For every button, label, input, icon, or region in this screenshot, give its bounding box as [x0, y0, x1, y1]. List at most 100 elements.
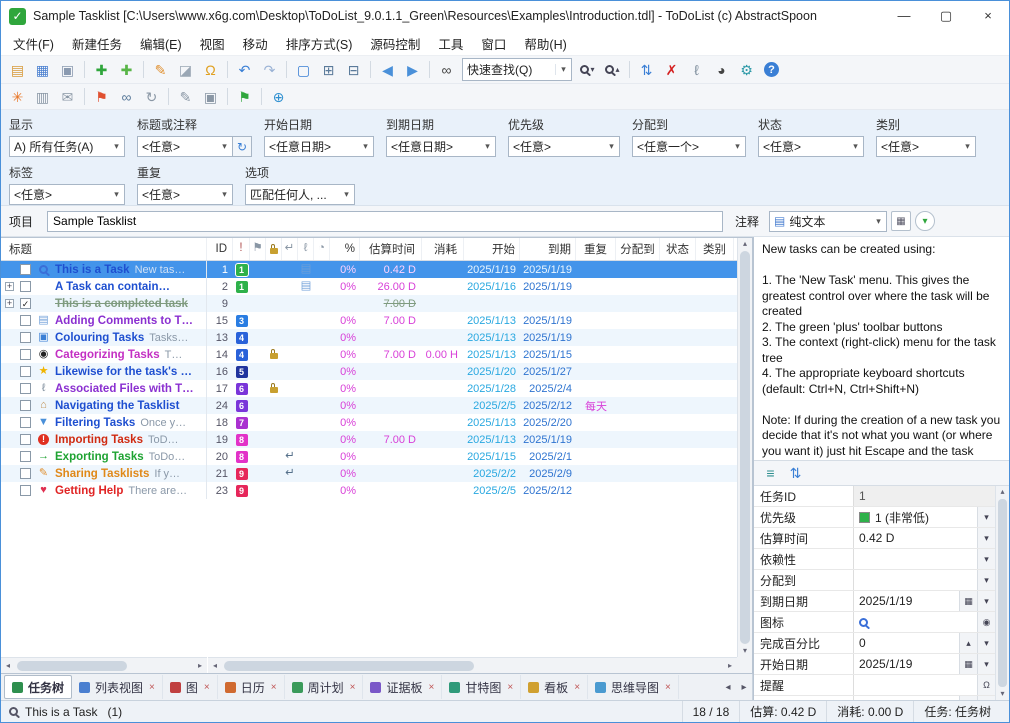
view-tab-task-tree[interactable]: 任务树 — [4, 675, 72, 699]
task-checkbox[interactable] — [20, 400, 31, 411]
expand-toggle[interactable]: + — [5, 282, 14, 291]
vertical-scroll-thumb[interactable] — [998, 499, 1007, 687]
assigned-dropdown-button[interactable]: ▾ — [977, 570, 995, 590]
task-row[interactable]: ✎Sharing TasklistsIf y…219↵0%2025/2/2202… — [1, 465, 737, 482]
filelink-browse-button[interactable]: ▾ — [977, 696, 995, 700]
task-row[interactable]: →Exporting TasksToDo…208↵0%2025/1/152025… — [1, 448, 737, 465]
view-tab-gantt-chart[interactable]: 甘特图× — [442, 675, 521, 699]
horizontal-scroll-thumb[interactable] — [224, 661, 474, 671]
filelink-view-button[interactable]: ▸ — [959, 696, 977, 700]
menu-item[interactable]: 排序方式(S) — [277, 31, 362, 56]
quick-find-combo[interactable]: ▾ — [462, 58, 572, 81]
due-date-calendar-button[interactable]: ▦ — [959, 591, 977, 611]
undo-button[interactable]: ↶ — [233, 59, 256, 80]
minimize-button[interactable]: — — [883, 1, 925, 31]
collapse-tasks-button[interactable]: ⊟ — [342, 59, 365, 80]
scroll-up-icon[interactable]: ▴ — [738, 238, 752, 250]
set-reminder-button[interactable]: Ω — [199, 59, 222, 80]
priority-dropdown-button[interactable]: ▾ — [977, 507, 995, 527]
task-checkbox[interactable] — [20, 349, 31, 360]
copy-tasklist-button[interactable]: ▣ — [56, 59, 79, 80]
close-tab-icon[interactable]: × — [271, 682, 277, 693]
task-row[interactable]: ℓAssociated Files with T…1760%2025/1/282… — [1, 380, 737, 397]
analyse-recurrence-button[interactable]: ↻ — [140, 86, 163, 107]
spellcheck-button[interactable]: ✎ — [174, 86, 197, 107]
reminder-bell-button[interactable]: Ω — [977, 675, 995, 695]
comments-format-combo[interactable]: ▤ 纯文本 ▾ — [769, 211, 887, 232]
filter-combo[interactable]: <任意>▾ — [137, 184, 233, 205]
close-tab-icon[interactable]: × — [665, 682, 671, 693]
comments-layout-button[interactable]: ▦ — [891, 211, 911, 231]
menu-item[interactable]: 帮助(H) — [515, 31, 575, 56]
column-header-id[interactable]: ID — [207, 238, 233, 260]
task-row[interactable]: !Importing TasksToD…1980%7.00 D2025/1/13… — [1, 431, 737, 448]
task-row[interactable]: ♥Getting HelpThere are…2390%2025/2/52025… — [1, 482, 737, 499]
attribute-value[interactable] — [854, 549, 977, 569]
filter-combo[interactable]: <任意>▾ — [508, 136, 620, 157]
close-tab-icon[interactable]: × — [204, 682, 210, 693]
print-button[interactable]: ▥ — [31, 86, 54, 107]
toggle-flag-button[interactable]: ⚑ — [90, 86, 113, 107]
filter-options-button[interactable]: ↻ — [233, 136, 252, 157]
view-tab-kanban[interactable]: 看板× — [521, 675, 588, 699]
comments-text[interactable]: New tasks can be created using: 1. The '… — [754, 237, 1009, 461]
group-attributes-button[interactable]: ≡ — [759, 463, 782, 484]
close-button[interactable]: × — [967, 1, 1009, 31]
sort-tasks-button[interactable]: ⇅ — [635, 59, 658, 80]
new-subtask-button[interactable]: ✚ — [115, 59, 138, 80]
menu-item[interactable]: 视图 — [191, 31, 234, 56]
task-checkbox[interactable] — [20, 434, 31, 445]
menu-item[interactable]: 工具 — [429, 31, 472, 56]
attribute-value[interactable]: 2025/1/19 — [854, 654, 959, 674]
chevron-down-icon[interactable]: ▾ — [555, 64, 571, 75]
send-as-email-button[interactable]: ✉ — [56, 86, 79, 107]
task-checkbox[interactable]: ✓ — [20, 298, 31, 309]
scroll-tabs-right-button[interactable]: ▸ — [736, 682, 752, 693]
task-row[interactable]: ★Likewise for the task's …1650%2025/1/20… — [1, 363, 737, 380]
attribute-value[interactable]: ▤ doors.ic — [854, 696, 959, 700]
tree-horizontal-scrollbar[interactable]: ◂ ▸ — [1, 657, 207, 673]
help-button[interactable]: ? — [760, 59, 783, 80]
close-tab-icon[interactable]: × — [428, 682, 434, 693]
collapse-comments-button[interactable]: ▾ — [915, 211, 935, 231]
delete-task-button[interactable]: ✗ — [660, 59, 683, 80]
dependency-dropdown-button[interactable]: ▾ — [977, 549, 995, 569]
clear-task-field-button[interactable]: ◪ — [174, 59, 197, 80]
scroll-right-icon[interactable]: ▸ — [193, 660, 207, 672]
columns-horizontal-scrollbar[interactable]: ◂ ▸ — [208, 657, 737, 673]
filter-combo[interactable]: <任意>▾ — [137, 136, 233, 157]
copy-task-button[interactable]: ▣ — [199, 86, 222, 107]
task-checkbox[interactable] — [20, 451, 31, 462]
column-header-filelink[interactable]: ℓ — [298, 238, 314, 260]
column-header-repeat[interactable]: 重复 — [576, 238, 616, 260]
expand-toggle[interactable]: + — [5, 299, 14, 308]
estimate-units-button[interactable]: ▾ — [977, 528, 995, 548]
close-tab-icon[interactable]: × — [574, 682, 580, 693]
quick-find-input[interactable] — [463, 63, 555, 77]
view-tab-mind-map[interactable]: 思维导图× — [588, 675, 679, 699]
view-tab-list-view[interactable]: 列表视图× — [72, 675, 163, 699]
menu-item[interactable]: 文件(F) — [4, 31, 63, 56]
attribute-value[interactable] — [854, 612, 977, 632]
new-task-button[interactable]: ✚ — [90, 59, 113, 80]
task-checkbox[interactable] — [20, 468, 31, 479]
column-header-start[interactable]: 开始 — [464, 238, 520, 260]
task-row[interactable]: ▣Colouring TasksTasks…1340%2025/1/132025… — [1, 329, 737, 346]
scroll-down-icon[interactable]: ▾ — [738, 645, 752, 657]
menu-item[interactable]: 新建任务 — [63, 31, 131, 56]
view-tab-chart[interactable]: 图× — [163, 675, 218, 699]
task-row[interactable]: +✓This is a completed task97.00 D — [1, 295, 737, 312]
filter-combo[interactable]: <任意日期>▾ — [264, 136, 374, 157]
column-header-priority[interactable]: ! — [233, 238, 250, 260]
filter-combo[interactable]: <任意>▾ — [758, 136, 864, 157]
task-checkbox[interactable] — [20, 332, 31, 343]
browse-url-button[interactable]: ⊕ — [267, 86, 290, 107]
task-row[interactable]: This is a TaskNew tas…11▤0%0.42 D2025/1/… — [1, 261, 737, 278]
task-row[interactable]: +A Task can contain…21▤0%26.00 D2025/1/1… — [1, 278, 737, 295]
column-header-percent[interactable]: % — [330, 238, 360, 260]
attribute-value[interactable]: 0 — [854, 633, 959, 653]
menu-item[interactable]: 源码控制 — [361, 31, 429, 56]
find-prev-match-button[interactable]: ▴ — [601, 59, 624, 80]
filter-combo[interactable]: <任意一个>▾ — [632, 136, 746, 157]
icon-picker-button[interactable]: ◉ — [977, 612, 995, 632]
